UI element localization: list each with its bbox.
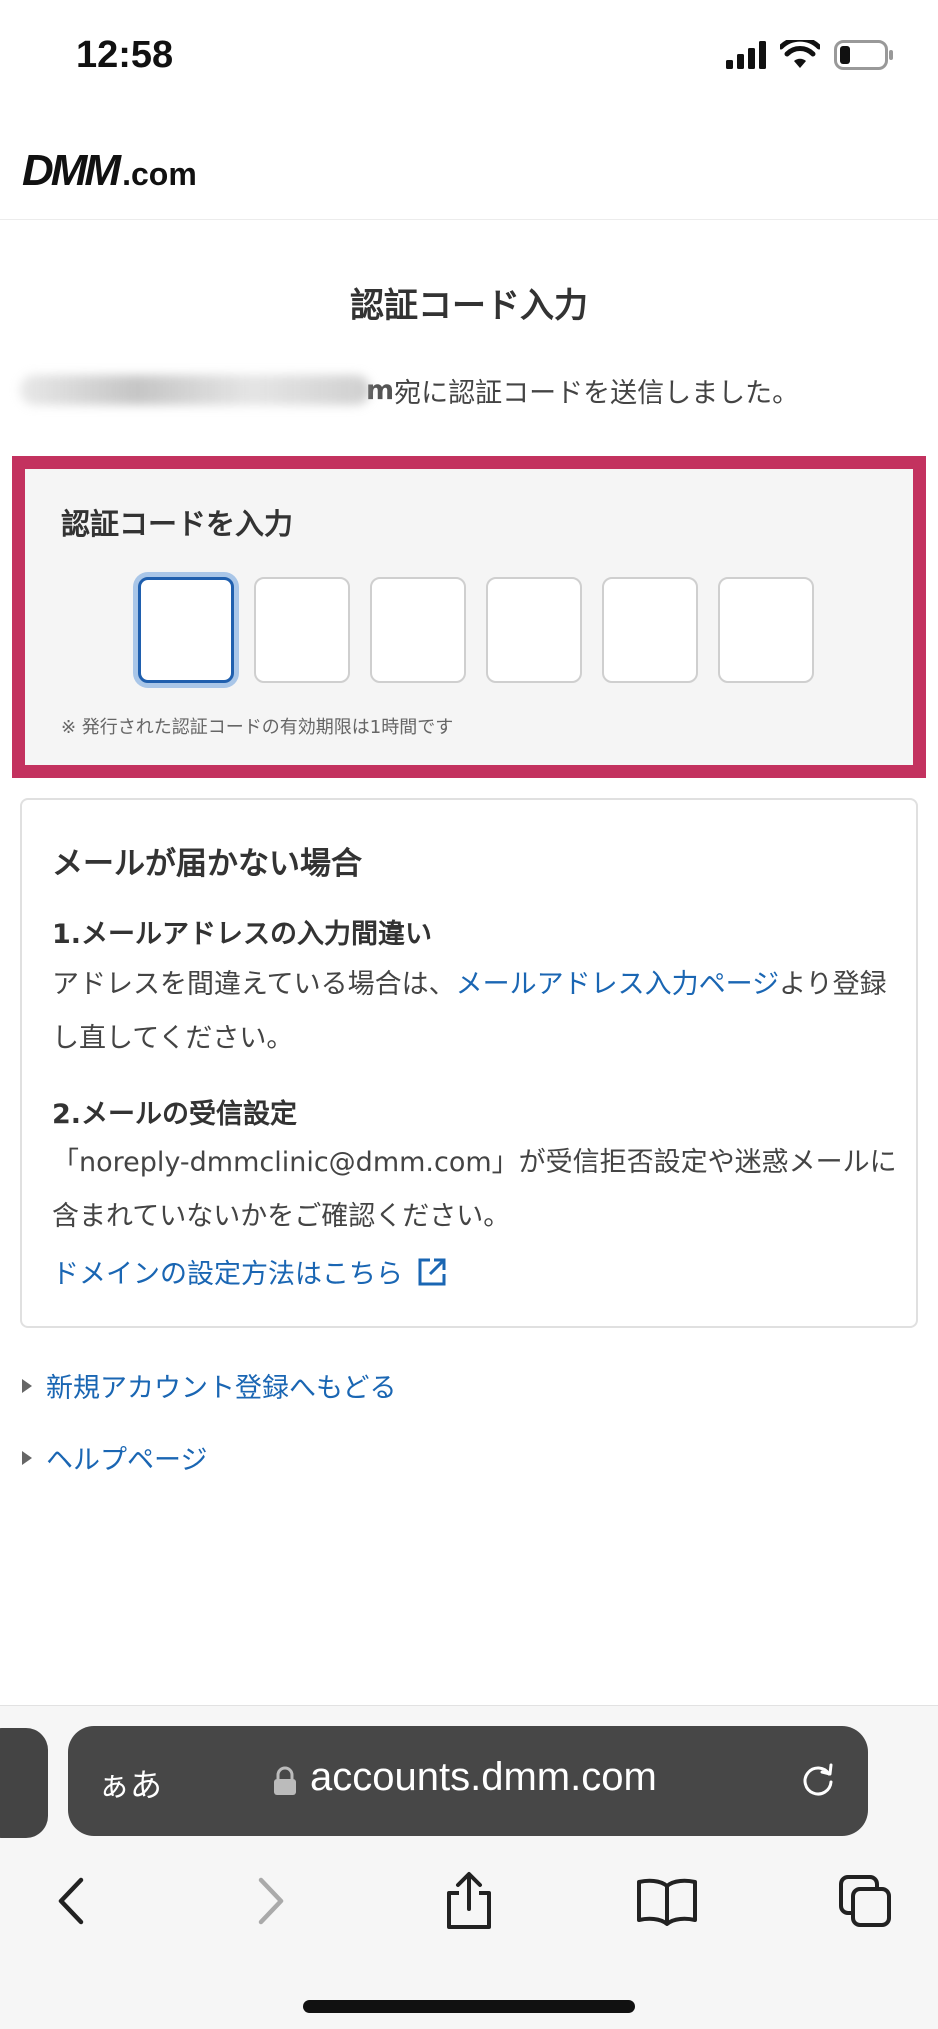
home-indicator [303, 2000, 635, 2013]
help-card: メールが届かない場合 1.メールアドレスの入力間違い アドレスを間違えている場合… [20, 798, 918, 1328]
help-item2-heading: 2.メールの受信設定 [52, 1099, 298, 1130]
help-item2-text: 「noreply-dmmclinic@dmm.com」が受信拒否設定や迷惑メール… [52, 1147, 897, 1232]
lock-icon [274, 1766, 296, 1795]
code-entry-box: 認証コードを入力 ※ 発行された認証コードの有効期限は1時間です [12, 456, 926, 778]
triangle-right-icon [22, 1450, 32, 1465]
address-bar[interactable]: ぁあ accounts.dmm.com [68, 1726, 868, 1836]
dmm-logo[interactable]: DMM .com [22, 146, 197, 196]
logo-suffix-text: .com [122, 156, 197, 192]
url-text: accounts.dmm.com [310, 1755, 657, 1799]
browser-chrome: ぁあ accounts.dmm.com [0, 1705, 938, 2029]
forward-button[interactable] [236, 1866, 306, 1936]
help-page-link[interactable]: ヘルプページ [22, 1438, 207, 1477]
code-digit-5[interactable] [602, 577, 698, 683]
blurred-email-address [20, 375, 370, 405]
share-button[interactable] [434, 1866, 504, 1936]
share-icon [447, 1872, 491, 1929]
help-item1-heading: 1.メールアドレスの入力間違い [52, 919, 433, 950]
back-to-signup-link[interactable]: 新規アカウント登録へもどる [22, 1366, 396, 1405]
status-icons [726, 40, 894, 70]
site-header: DMM .com [0, 120, 938, 220]
previous-tab-stub[interactable] [0, 1728, 48, 1838]
wifi-icon [780, 40, 820, 68]
browser-toolbar [0, 1856, 938, 1946]
book-icon [637, 1878, 697, 1926]
sent-message-text: 宛に認証コードを送信しました。 [394, 377, 800, 409]
bookmarks-button[interactable] [632, 1866, 702, 1936]
code-digit-3[interactable] [370, 577, 466, 683]
help-item1-text: アドレスを間違えている場合は、メールアドレス入力ページより登録し直してください。 [52, 958, 902, 1066]
code-digit-4[interactable] [486, 577, 582, 683]
domain-settings-link-label: ドメインの設定方法はこちら [52, 1259, 403, 1290]
help-title: メールが届かない場合 [52, 846, 362, 882]
page-settings-button[interactable]: ぁあ [98, 1760, 162, 1806]
code-digit-1[interactable] [138, 577, 234, 683]
code-digit-2[interactable] [254, 577, 350, 683]
help-page-label: ヘルプページ [46, 1445, 208, 1476]
sent-message: m 宛に認証コードを送信しました。 [20, 370, 799, 410]
tabs-icon [839, 1875, 891, 1927]
code-input-group [138, 577, 814, 683]
help-item1-text-before: アドレスを間違えている場合は、 [52, 969, 456, 1000]
code-expiry-note: ※ 発行された認証コードの有効期限は1時間です [61, 717, 454, 738]
tabs-button[interactable] [830, 1866, 900, 1936]
reload-icon[interactable] [798, 1760, 838, 1800]
logo-main-text: DMM [22, 146, 121, 195]
code-entry-label: 認証コードを入力 [61, 507, 294, 541]
email-input-page-link[interactable]: メールアドレス入力ページ [456, 969, 779, 1000]
domain-settings-link[interactable]: ドメインの設定方法はこちら [52, 1252, 447, 1291]
email-visible-suffix: m [366, 374, 395, 406]
status-time: 12:58 [76, 34, 174, 76]
code-digit-6[interactable] [718, 577, 814, 683]
status-bar: 12:58 [0, 0, 938, 120]
back-to-signup-label: 新規アカウント登録へもどる [46, 1373, 397, 1404]
cellular-signal-icon [726, 41, 766, 69]
triangle-right-icon [22, 1378, 32, 1393]
back-button[interactable] [36, 1866, 106, 1936]
battery-icon [834, 40, 893, 70]
chevron-left-icon [58, 1877, 84, 1925]
external-link-icon [418, 1258, 446, 1285]
chevron-right-icon [258, 1877, 284, 1925]
page-title: 認証コード入力 [350, 286, 588, 326]
